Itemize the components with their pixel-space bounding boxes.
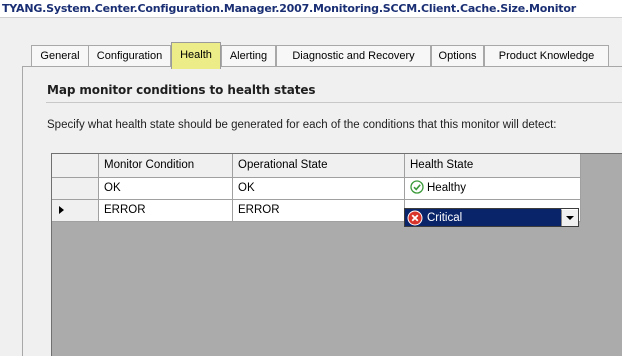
tab-alerting[interactable]: Alerting xyxy=(221,45,276,67)
health-state-label: Healthy xyxy=(427,182,466,194)
table-cell-operational-state: OK xyxy=(233,178,405,200)
healthy-check-icon xyxy=(410,180,424,197)
tab-diagnostic-and-recovery[interactable]: Diagnostic and Recovery xyxy=(276,45,431,67)
heading-divider xyxy=(46,102,622,103)
row-header-current[interactable] xyxy=(52,200,99,222)
health-state-dropdown-value: Critical xyxy=(427,212,463,224)
section-heading: Map monitor conditions to health states xyxy=(47,83,316,97)
current-row-arrow-icon xyxy=(59,206,64,214)
column-header-monitor-condition[interactable]: Monitor Condition xyxy=(99,154,233,178)
tab-general[interactable]: General xyxy=(31,45,89,67)
table-cell-monitor-condition: ERROR xyxy=(99,200,233,222)
dropdown-button[interactable] xyxy=(561,209,578,226)
health-state-grid: Monitor Condition Operational State Heal… xyxy=(51,153,622,356)
window-title: TYANG.System.Center.Configuration.Manage… xyxy=(0,0,622,18)
column-header-health-state[interactable]: Health State xyxy=(405,154,581,178)
chevron-down-icon xyxy=(566,216,574,220)
health-state-dropdown[interactable]: Critical xyxy=(404,208,579,227)
table-cell-operational-state: ERROR xyxy=(233,200,405,222)
tab-health[interactable]: Health xyxy=(171,42,221,69)
row-header-corner xyxy=(52,154,99,178)
table-cell-health-state[interactable]: Healthy xyxy=(405,178,581,200)
tab-strip: General Configuration Health Alerting Di… xyxy=(0,42,622,69)
tab-configuration[interactable]: Configuration xyxy=(88,45,171,67)
tab-product-knowledge[interactable]: Product Knowledge xyxy=(484,45,609,67)
critical-x-icon xyxy=(407,210,423,229)
section-description: Specify what health state should be gene… xyxy=(47,119,557,131)
tab-options[interactable]: Options xyxy=(431,45,484,67)
column-header-operational-state[interactable]: Operational State xyxy=(233,154,405,178)
row-header[interactable] xyxy=(52,178,99,200)
table-cell-monitor-condition: OK xyxy=(99,178,233,200)
